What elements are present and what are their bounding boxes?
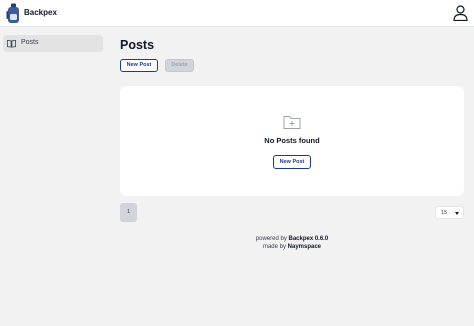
top-bar: Backpex: [0, 0, 474, 27]
empty-state-message: No Posts found: [264, 136, 320, 145]
delete-button[interactable]: Delete: [165, 59, 194, 72]
user-icon[interactable]: [453, 5, 468, 21]
per-page-value: 15: [441, 210, 448, 216]
sidebar: [0, 27, 108, 326]
footer-made-by: made by Naymspace: [200, 244, 384, 250]
footer-made-prefix: made by: [262, 244, 288, 250]
new-post-button[interactable]: New Post: [120, 59, 158, 72]
footer-powered-by: powered by Backpex 0.6.0: [200, 236, 384, 242]
sidebar-item-label: Posts: [21, 39, 39, 46]
empty-state-card: No Posts found New Post: [120, 86, 464, 196]
backpex-logo: [6, 3, 19, 23]
per-page-select[interactable]: 15: [435, 206, 464, 219]
book-icon: [7, 39, 16, 48]
footer-version: Backpex 0.6.0: [288, 236, 329, 242]
sidebar-item-posts[interactable]: Posts: [3, 35, 103, 52]
chevron-down-icon: [455, 212, 459, 215]
folder-plus-icon: [283, 116, 301, 129]
footer-powered-prefix: powered by: [255, 236, 289, 242]
app-name: Backpex: [24, 8, 57, 17]
pagination-page-button[interactable]: 1: [120, 203, 137, 222]
page-title: Posts: [120, 38, 155, 52]
footer-company: Naymspace: [287, 244, 322, 250]
empty-state-new-post-button[interactable]: New Post: [273, 155, 311, 169]
